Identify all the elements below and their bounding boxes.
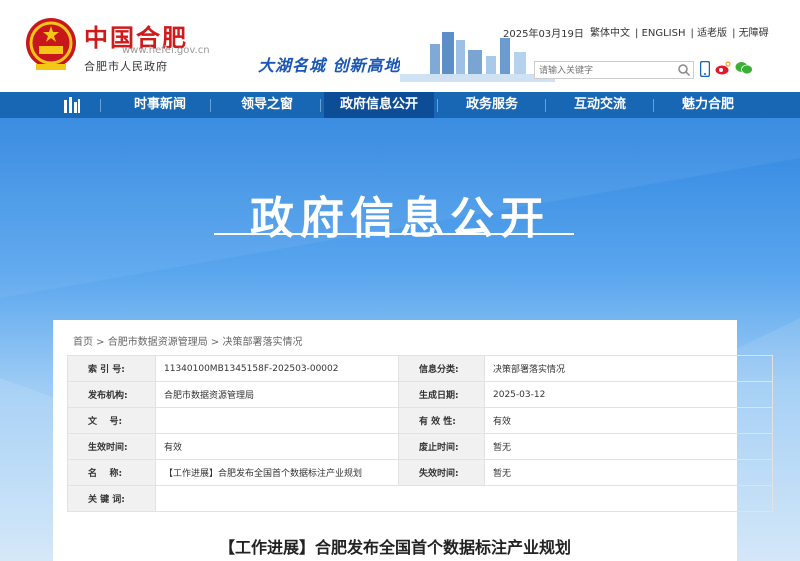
table-row: 发布机构: 合肥市数据资源管理局 生成日期: 2025-03-12 [67,381,773,408]
phone-icon[interactable] [700,61,710,77]
link-traditional-chinese[interactable]: 繁体中文 [590,28,630,39]
nav-divider [437,99,438,112]
nav-item-leaders[interactable]: 领导之窗 [218,92,316,118]
site-subtitle: 合肥市人民政府 [84,60,168,73]
repeal-time-label: 废止时间: [398,433,485,460]
publisher-label: 发布机构: [67,381,156,408]
breadcrumb[interactable]: 首页 > 合肥市数据资源管理局 > 决策部署落实情况 [73,333,302,348]
nav-item-news[interactable]: 时事新闻 [112,92,208,118]
search-input[interactable] [539,64,669,77]
slogan: 大湖名城 创新高地 [258,56,401,75]
validity-label: 有 效 性: [398,407,485,434]
keywords-label: 关 键 词: [67,485,156,512]
info-category-value: 决策部署落实情况 [484,355,773,382]
main-nav: 时事新闻 领导之窗 政府信息公开 政务服务 互动交流 魅力合肥 [0,92,800,118]
info-category-label: 信息分类: [398,355,485,382]
weibo-icon[interactable] [715,61,731,75]
date: 2025年03月19日 [503,29,584,40]
search-icon[interactable] [677,63,691,77]
top-links: 繁体中文 | ENGLISH | 适老版 | 无障碍 [590,28,769,39]
site-url: www.hefei.gov.cn [122,45,210,56]
created-date-value: 2025-03-12 [484,381,773,408]
search-box [534,61,694,79]
metadata-table: 索 引 号: 11340100MB1345158F-202503-00002 信… [67,355,773,512]
link-accessibility[interactable]: 无障碍 [739,28,769,39]
home-icon[interactable] [62,96,82,114]
watermark-text: 公众号 · 安全学习那些事儿 [504,517,710,537]
nav-item-gov-info[interactable]: 政府信息公开 [324,92,434,118]
table-row: 文 号: 有 效 性: 有效 [67,407,773,434]
effective-time-label: 生效时间: [67,433,156,460]
effective-time-value: 有效 [155,433,399,460]
nav-item-interaction[interactable]: 互动交流 [550,92,650,118]
document-number-label: 文 号: [67,407,156,434]
publisher-value: 合肥市数据资源管理局 [155,381,399,408]
wechat-icon[interactable] [735,61,753,75]
title-value: 【工作进展】合肥发布全国首个数据标注产业规划 [155,459,399,486]
link-elderly-version[interactable]: 适老版 [697,28,727,39]
expiry-time-value: 暂无 [484,459,773,486]
created-date-label: 生成日期: [398,381,485,408]
nav-divider [210,99,211,112]
wechat-watermark-icon [474,514,499,532]
link-english[interactable]: ENGLISH [642,28,686,39]
title-label: 名 称: [67,459,156,486]
national-emblem-icon[interactable] [24,16,78,74]
table-row: 关 键 词: [67,485,773,512]
keywords-value [155,485,773,512]
index-number-value: 11340100MB1345158F-202503-00002 [155,355,399,382]
banner-title: 政府信息公开 [250,193,550,244]
table-row: 名 称: 【工作进展】合肥发布全国首个数据标注产业规划 失效时间: 暂无 [67,459,773,486]
repeal-time-value: 暂无 [484,433,773,460]
nav-divider [320,99,321,112]
nav-item-services[interactable]: 政务服务 [442,92,542,118]
expiry-time-label: 失效时间: [398,459,485,486]
document-number-value [155,407,399,434]
validity-value: 有效 [484,407,773,434]
banner-underline [214,233,574,235]
nav-divider [545,99,546,112]
table-row: 生效时间: 有效 废止时间: 暂无 [67,433,773,460]
header: 中国合肥 www.hefei.gov.cn 合肥市人民政府 大湖名城 创新高地 … [0,0,800,92]
table-row: 索 引 号: 11340100MB1345158F-202503-00002 信… [67,355,773,382]
article-title: 【工作进展】合肥发布全国首个数据标注产业规划 [218,538,571,557]
nav-item-charm-hefei[interactable]: 魅力合肥 [658,92,758,118]
nav-divider [100,99,101,112]
nav-divider [653,99,654,112]
page: 中国合肥 www.hefei.gov.cn 合肥市人民政府 大湖名城 创新高地 … [0,0,800,561]
index-number-label: 索 引 号: [67,355,156,382]
